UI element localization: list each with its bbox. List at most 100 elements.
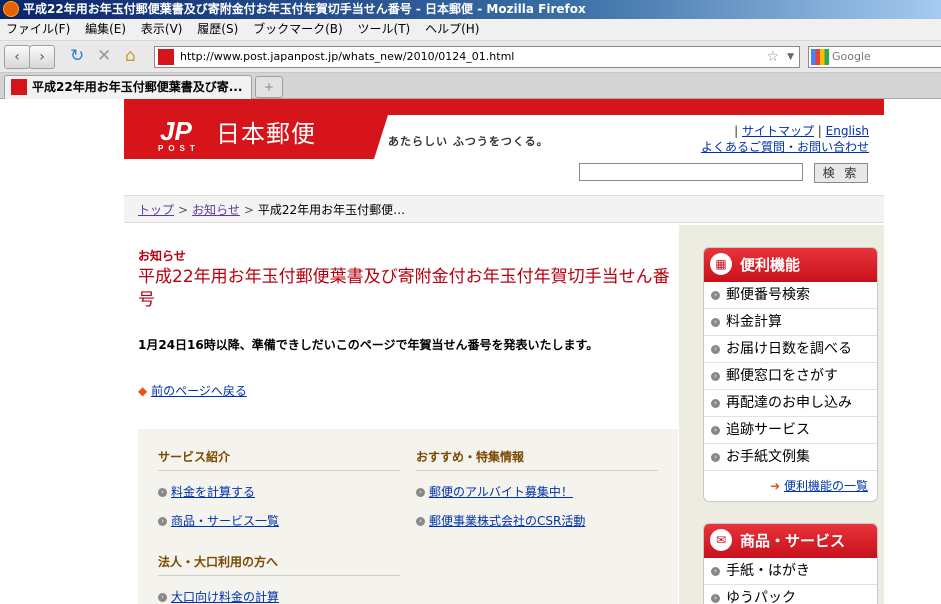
reload-icon[interactable]: ↻	[70, 47, 84, 65]
plus-icon: +	[263, 80, 275, 94]
breadcrumb-separator: >	[178, 203, 189, 217]
brand-name: 日本郵便	[216, 120, 316, 148]
bullet-arrow-icon: ›	[711, 452, 720, 462]
faq-link[interactable]: よくあるご質問・お問い合わせ	[701, 140, 869, 154]
sidebar-item-label: 追跡サービス	[726, 422, 810, 438]
sidebar-item-label: 手紙・はがき	[726, 563, 810, 579]
bullet-arrow-icon: ›	[416, 517, 425, 526]
convenience-header: ▦ 便利機能	[704, 248, 877, 282]
service-link-row: › 郵便事業株式会社のCSR活動	[416, 512, 658, 529]
back-link-row: ◆ 前のページへ戻る	[138, 382, 247, 399]
recommend-link-csr[interactable]: 郵便事業株式会社のCSR活動	[429, 514, 585, 528]
mailbox-icon: ✉	[710, 529, 732, 551]
service-link-row: › 郵便のアルバイト募集中！	[416, 483, 658, 500]
sidebar-item-find-office[interactable]: › 郵便窓口をさがす	[704, 363, 877, 390]
stop-icon[interactable]: ✕	[97, 47, 111, 65]
google-icon[interactable]	[811, 49, 829, 65]
sidebar-item-label: お届け日数を調べる	[726, 341, 852, 357]
sidebar-item-fee-calc[interactable]: › 料金計算	[704, 309, 877, 336]
tab-label: 平成22年用お年玉付郵便葉書及び寄...	[32, 80, 243, 94]
menu-help[interactable]: ヘルプ(H)	[425, 22, 479, 36]
header-red-bar	[124, 99, 884, 115]
bullet-arrow-icon: ›	[158, 517, 167, 526]
firefox-icon	[3, 0, 19, 17]
menu-file[interactable]: ファイル(F)	[6, 22, 70, 36]
bullet-arrow-icon: ›	[711, 290, 720, 300]
calculator-icon: ▦	[710, 253, 732, 275]
back-arrow-icon: ‹	[14, 49, 20, 65]
tab-strip: 平成22年用お年玉付郵便葉書及び寄... +	[0, 73, 941, 99]
url-bar[interactable]: http://www.post.japanpost.jp/whats_new/2…	[154, 46, 800, 68]
home-icon[interactable]: ⌂	[125, 47, 136, 65]
recommend-heading: おすすめ・特集情報	[416, 448, 658, 471]
service-link-calc[interactable]: 料金を計算する	[171, 485, 255, 499]
sidebar-item-label: 郵便番号検索	[726, 287, 810, 303]
convenience-more-row: ➜ 便利機能の一覧	[704, 471, 877, 501]
service-link-row: › 大口向け料金の計算	[158, 588, 400, 604]
more-arrow-icon: ➜	[770, 479, 781, 493]
convenience-title: 便利機能	[740, 256, 801, 274]
sidebar-item-yupack[interactable]: › ゆうパック	[704, 585, 877, 604]
back-arrow-icon: ◆	[138, 384, 148, 398]
browser-search-box[interactable]: Google	[808, 46, 941, 68]
main-content: お知らせ 平成22年用お年玉付郵便葉書及び寄附金付お年玉付年賀切手当せん番号	[138, 247, 678, 312]
service-heading: サービス紹介	[158, 448, 400, 471]
bookmark-star-icon[interactable]: ☆	[766, 47, 779, 67]
sidebar: ▦ 便利機能 › 郵便番号検索 › 料金計算 › お届け日数を調べる › 郵便窓口をさがす…	[679, 225, 884, 604]
site-search-button[interactable]: 検 索	[814, 163, 868, 183]
tagline: あたらしい ふつうをつくる。	[388, 135, 549, 148]
site-header: JP POST 日本郵便 あたらしい ふつうをつくる。 | サイトマップ | E…	[124, 115, 884, 159]
menu-edit[interactable]: 編集(E)	[85, 22, 126, 36]
sidebar-item-letter-examples[interactable]: › お手紙文例集	[704, 444, 877, 471]
window-title-bar: 平成22年用お年玉付郵便葉書及び寄附金付お年玉付年賀切手当せん番号 - 日本郵便…	[0, 0, 941, 19]
menu-bookmarks[interactable]: ブックマーク(B)	[253, 22, 343, 36]
products-box: ✉ 商品・サービス › 手紙・はがき › ゆうパック	[703, 523, 878, 604]
page-title: 平成22年用お年玉付郵便葉書及び寄附金付お年玉付年賀切手当せん番号	[138, 267, 670, 310]
breadcrumb-top[interactable]: トップ	[138, 203, 174, 217]
logo-wedge	[374, 115, 388, 159]
bullet-arrow-icon: ›	[711, 566, 720, 576]
announcement-text: 1月24日16時以降、準備できしだいこのページで年賀当せん番号を発表いたします。	[138, 338, 599, 352]
sidebar-item-label: 郵便窓口をさがす	[726, 368, 838, 384]
site-identity-icon	[158, 49, 174, 65]
sidebar-item-redelivery[interactable]: › 再配達のお申し込み	[704, 390, 877, 417]
sidebar-item-postal-code[interactable]: › 郵便番号検索	[704, 282, 877, 309]
url-dropdown-icon[interactable]: ▼	[787, 47, 794, 67]
breadcrumb: トップ > お知らせ > 平成22年用お年玉付郵便…	[124, 195, 884, 223]
site-search-input[interactable]	[579, 163, 803, 181]
menu-view[interactable]: 表示(V)	[141, 22, 183, 36]
breadcrumb-news[interactable]: お知らせ	[192, 203, 240, 217]
logo[interactable]: JP POST 日本郵便	[124, 115, 374, 159]
back-link[interactable]: 前のページへ戻る	[151, 384, 247, 398]
bullet-arrow-icon: ›	[711, 398, 720, 408]
header-links: | サイトマップ | English よくあるご質問・お問い合わせ	[700, 124, 869, 154]
jp-logo-mark: JP	[160, 116, 192, 146]
bullet-arrow-icon: ›	[158, 593, 167, 602]
menu-history[interactable]: 履歴(S)	[197, 22, 238, 36]
tab-active[interactable]: 平成22年用お年玉付郵便葉書及び寄...	[4, 75, 252, 99]
url-text: http://www.post.japanpost.jp/whats_new/2…	[180, 50, 515, 63]
convenience-more-link[interactable]: 便利機能の一覧	[784, 479, 868, 493]
sidebar-item-delivery-days[interactable]: › お届け日数を調べる	[704, 336, 877, 363]
back-button[interactable]: ‹	[4, 45, 30, 69]
search-placeholder: Google	[832, 50, 871, 63]
forward-button[interactable]: ›	[29, 45, 55, 69]
recommend-link-parttime[interactable]: 郵便のアルバイト募集中！	[429, 485, 573, 499]
service-link-bulk-calc[interactable]: 大口向け料金の計算	[171, 590, 279, 604]
sitemap-link[interactable]: サイトマップ	[742, 124, 814, 138]
service-link-products[interactable]: 商品・サービス一覧	[171, 514, 279, 528]
forward-arrow-icon: ›	[39, 49, 45, 65]
service-column-1: サービス紹介 › 料金を計算する › 商品・サービス一覧 法人・大口利用の方へ › 大…	[158, 448, 400, 604]
breadcrumb-current: 平成22年用お年玉付郵便…	[257, 203, 406, 217]
products-title: 商品・サービス	[740, 532, 846, 550]
breadcrumb-separator: >	[243, 203, 254, 217]
sidebar-item-letters[interactable]: › 手紙・はがき	[704, 558, 877, 585]
english-link[interactable]: English	[826, 124, 869, 138]
sidebar-item-label: お手紙文例集	[726, 449, 810, 465]
new-tab-button[interactable]: +	[255, 76, 283, 98]
bullet-arrow-icon: ›	[416, 488, 425, 497]
menu-tools[interactable]: ツール(T)	[358, 22, 411, 36]
section-kicker: お知らせ	[138, 249, 186, 263]
sidebar-item-tracking[interactable]: › 追跡サービス	[704, 417, 877, 444]
favicon-icon	[11, 79, 27, 95]
